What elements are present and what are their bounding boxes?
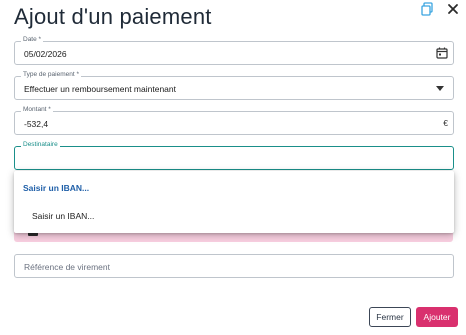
amount-value: -532,4 [24,119,49,129]
currency-symbol: € [443,118,448,128]
dropdown-item-iban[interactable]: Saisir un IBAN... [14,206,454,226]
copy-icon[interactable] [420,2,434,16]
amount-label: Montant * [21,106,53,113]
recipient-dropdown: Saisir un IBAN... Saisir un IBAN... [14,171,454,233]
transfer-reference-field[interactable]: Référence de virement [14,254,454,278]
payment-type-select[interactable]: Type de paiement * Effectuer un rembours… [14,71,454,100]
recipient-label: Destinataire [21,141,60,148]
calendar-icon[interactable] [435,46,449,60]
date-value: 05/02/2026 [24,49,67,59]
amount-field[interactable]: Montant * -532,4 € [14,106,454,135]
recipient-field[interactable]: Destinataire [14,141,454,170]
close-button[interactable]: Fermer [369,307,411,327]
date-field[interactable]: Date * 05/02/2026 [14,36,454,65]
payment-type-label: Type de paiement * [21,71,82,78]
date-label: Date * [21,36,44,43]
payment-type-value: Effectuer un remboursement maintenant [24,84,176,94]
chevron-down-icon[interactable] [436,86,444,91]
add-button[interactable]: Ajouter [416,307,458,327]
page-title: Ajout d'un paiement [14,4,212,29]
dropdown-header[interactable]: Saisir un IBAN... [23,183,89,193]
reference-placeholder: Référence de virement [24,262,110,272]
close-icon[interactable] [446,2,460,16]
